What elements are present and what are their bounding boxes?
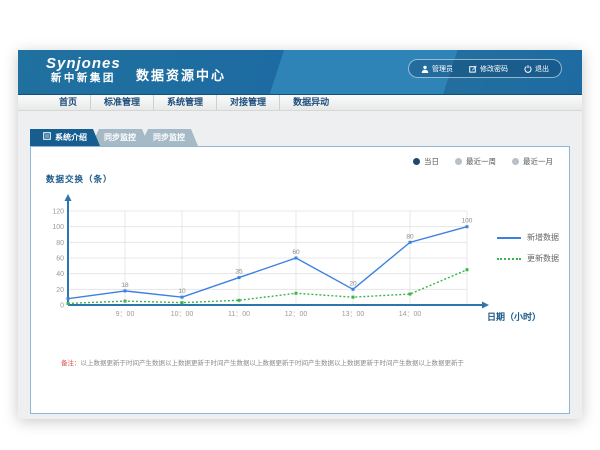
chart-legend: 新增数据更新数据 [497,232,559,274]
svg-text:11：00: 11：00 [228,311,250,318]
time-filter-label: 最近一周 [466,156,496,167]
change-password-button[interactable]: 修改密码 [461,64,516,74]
time-filter-label: 当日 [424,156,439,167]
content-panel: 当日 最近一周 最近一月 数据交换（条） 0 20 40 60 80 100 120 9：00 10… [30,146,570,414]
svg-text:12：00: 12：00 [285,311,308,318]
app-window: Synjones 新中新集团 数据资源中心 管理员 修改密码 退出 [18,50,582,418]
legend-label: 新增数据 [527,232,559,243]
svg-text:120: 120 [52,209,64,216]
legend-item-0: 新增数据 [497,232,559,243]
svg-text:80: 80 [406,233,414,240]
svg-text:10: 10 [178,288,186,295]
radio-icon [455,158,462,165]
svg-text:100: 100 [52,224,64,231]
main-nav: 首页标准管理系统管理对接管理数据异动 [18,95,582,111]
radio-icon [413,158,420,165]
user-icon [421,65,429,73]
logo: Synjones 新中新集团 [46,55,121,84]
svg-text:13：00: 13：00 [342,311,365,318]
admin-button[interactable]: 管理员 [413,64,461,74]
logo-subtext: 新中新集团 [46,72,121,84]
edit-icon [469,65,477,73]
change-password-label: 修改密码 [480,64,508,74]
legend-label: 更新数据 [527,253,559,264]
svg-text:10：00: 10：00 [171,311,194,318]
svg-text:80: 80 [56,240,64,247]
footnote: 备注：以上数据更新于时间产生数据以上数据更新于时间产生数据以上数据更新于时间产生… [61,357,464,367]
tab-label: 同步监控 [104,129,136,146]
legend-line-sample [497,237,521,239]
app-header: Synjones 新中新集团 数据资源中心 管理员 修改密码 退出 [18,50,582,95]
svg-text:40: 40 [56,271,64,278]
radio-icon [512,158,519,165]
logo-text: Synjones [46,55,121,72]
tab-2[interactable]: 同步监控 [140,129,198,146]
footnote-prefix: 备注： [61,360,81,367]
svg-text:20: 20 [56,287,64,294]
page-body: 系统介绍同步监控同步监控 当日最近一周最近一月 数据交换（条） 02040608… [18,111,582,419]
svg-text:9：00: 9：00 [116,311,135,318]
tab-bar: 系统介绍同步监控同步监控 [30,129,198,146]
svg-text:0: 0 [60,303,64,310]
svg-text:日期（小时）: 日期（小时） [487,311,541,322]
svg-text:14：00: 14：00 [399,311,422,318]
footnote-text: 以上数据更新于时间产生数据以上数据更新于时间产生数据以上数据更新于时间产生数据以… [81,360,465,367]
document-icon [43,129,51,146]
nav-item-integration-mgmt[interactable]: 对接管理 [217,95,280,110]
tab-0-active[interactable]: 系统介绍 [30,129,100,146]
logout-label: 退出 [535,64,549,74]
svg-text:35: 35 [235,269,243,276]
time-filter-0[interactable]: 当日 [413,156,439,167]
user-menu: 管理员 修改密码 退出 [408,59,562,78]
svg-text:18: 18 [121,282,129,289]
legend-item-1: 更新数据 [497,253,559,264]
tab-label: 同步监控 [153,129,185,146]
svg-text:60: 60 [292,249,300,256]
logout-button[interactable]: 退出 [516,64,557,74]
svg-text:60: 60 [56,256,64,263]
legend-line-sample [497,258,521,260]
tab-1[interactable]: 同步监控 [91,129,149,146]
power-icon [524,65,532,73]
nav-item-home[interactable]: 首页 [46,95,91,110]
svg-text:20: 20 [349,280,357,287]
nav-item-system-mgmt[interactable]: 系统管理 [154,95,217,110]
tab-label: 系统介绍 [55,129,87,146]
chart-y-axis-title: 数据交换（条） [46,173,113,185]
time-filter-label: 最近一月 [523,156,553,167]
admin-label: 管理员 [432,64,453,74]
page-title: 数据资源中心 [136,65,226,84]
line-chart: 0 20 40 60 80 100 120 9：00 10：00 11：00 12：00 13：00 1… [40,193,570,333]
nav-item-data-change[interactable]: 数据异动 [280,95,342,110]
time-filter-2[interactable]: 最近一月 [512,156,553,167]
time-filter-group: 当日 最近一周 最近一月 [413,156,553,167]
time-filter-1[interactable]: 最近一周 [455,156,496,167]
nav-item-standard-mgmt[interactable]: 标准管理 [91,95,154,110]
svg-text:100: 100 [462,218,473,225]
